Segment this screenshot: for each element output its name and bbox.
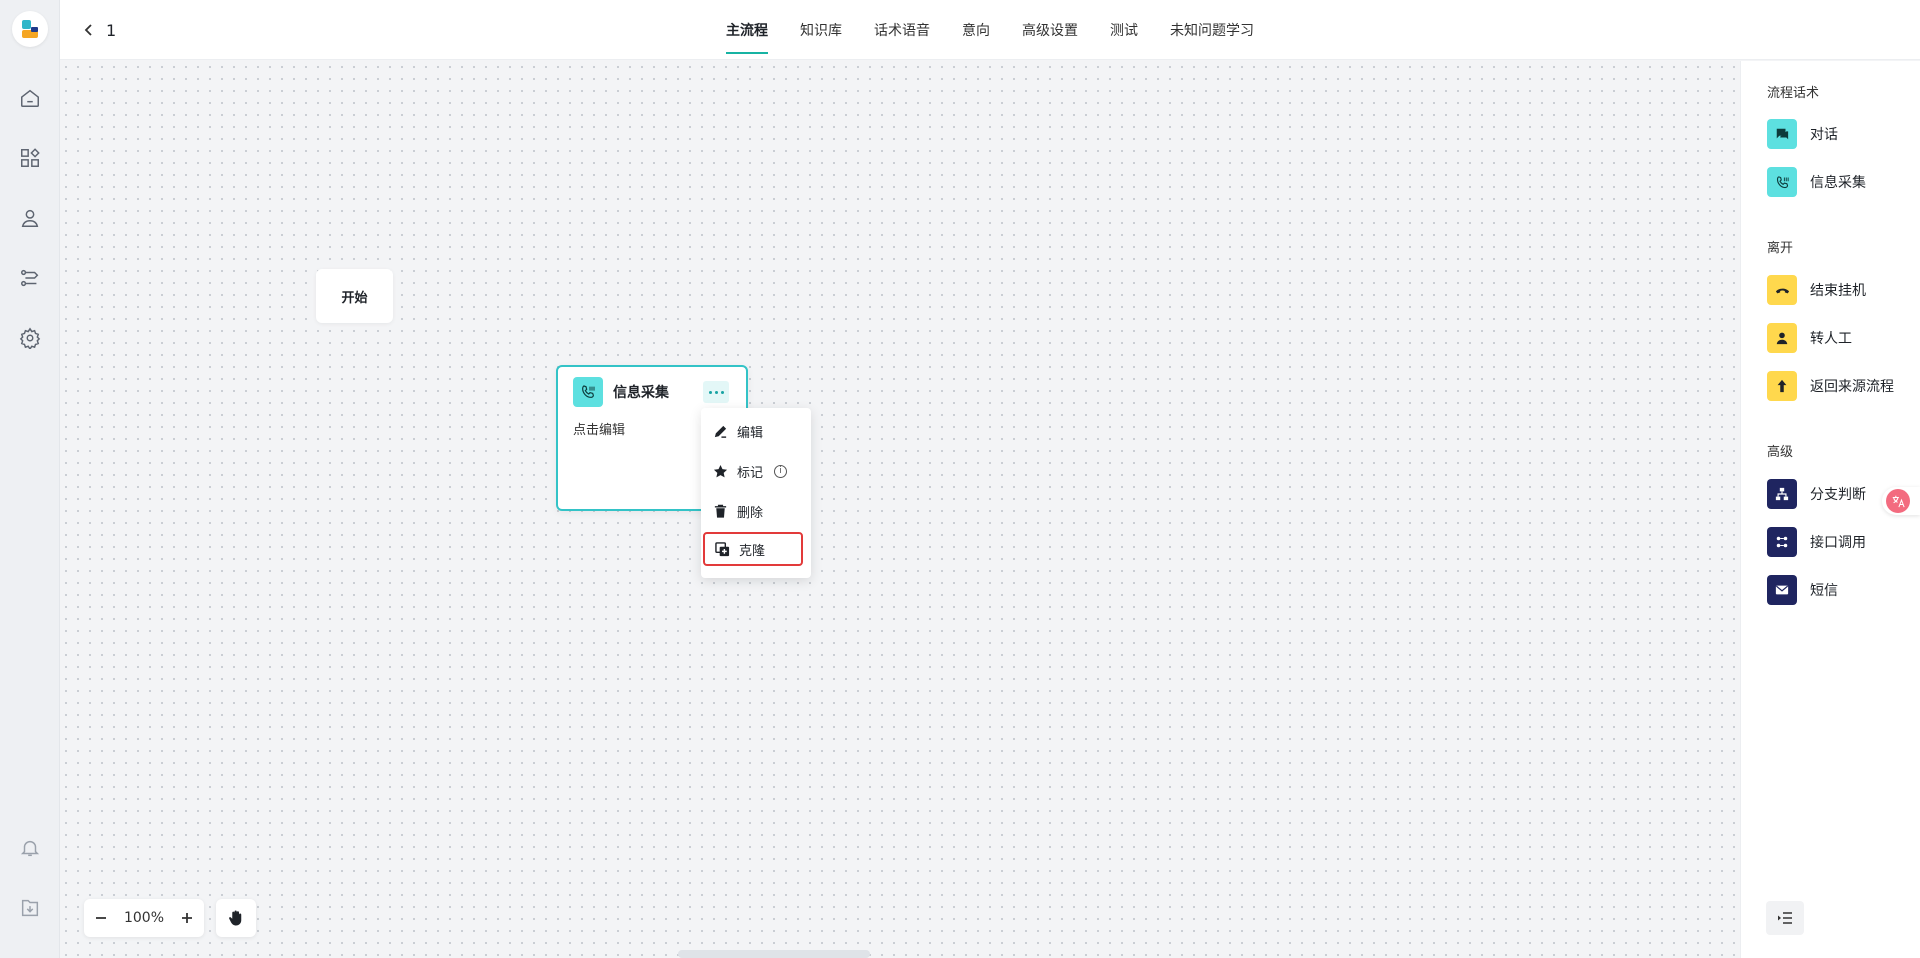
menu-item-delete[interactable]: 删除 (701, 494, 811, 528)
collapse-panel-button[interactable] (1766, 901, 1804, 935)
minus-icon (96, 917, 106, 919)
flow-title: 1 (106, 20, 117, 40)
start-node[interactable]: 开始 (316, 269, 393, 323)
chat-icon (1767, 119, 1797, 149)
flow-canvas[interactable]: 开始 信息采集 点击编辑 编辑 标记 i 删除 克隆 100% (60, 61, 1740, 958)
left-rail (0, 0, 60, 958)
person-icon (1767, 323, 1797, 353)
tab-unknown-question-learning[interactable]: 未知问题学习 (1170, 0, 1254, 60)
hand-icon (229, 910, 242, 926)
app-logo[interactable] (12, 11, 48, 47)
tab-intent[interactable]: 意向 (962, 0, 990, 60)
palette-item-label: 返回来源流程 (1810, 379, 1894, 395)
tab-bar: 主流程 知识库 话术语音 意向 高级设置 测试 未知问题学习 (726, 0, 1286, 60)
home-icon[interactable] (17, 85, 43, 111)
download-icon[interactable] (17, 895, 43, 921)
palette-item-label: 转人工 (1810, 331, 1852, 347)
section-title-leave: 离开 (1767, 241, 1794, 256)
tab-main-flow[interactable]: 主流程 (726, 0, 768, 60)
more-options-button[interactable] (703, 381, 729, 403)
palette-item-dialog[interactable]: 对话 (1767, 119, 1838, 149)
return-arrow-icon (1767, 371, 1797, 401)
bell-icon[interactable] (17, 835, 43, 861)
api-icon (1767, 527, 1797, 557)
zoom-level: 100% (123, 910, 165, 926)
tab-test[interactable]: 测试 (1110, 0, 1138, 60)
palette-item-return-source-flow[interactable]: 返回来源流程 (1767, 371, 1894, 401)
apps-icon[interactable] (17, 145, 43, 171)
palette-item-label: 分支判断 (1810, 487, 1866, 503)
menu-item-label: 编辑 (737, 425, 764, 441)
tab-script-voice[interactable]: 话术语音 (874, 0, 930, 60)
node-title: 信息采集 (613, 385, 669, 401)
zoom-out-button[interactable] (84, 899, 118, 937)
top-bar: 1 主流程 知识库 话术语音 意向 高级设置 测试 未知问题学习 (60, 0, 1920, 60)
horizontal-scrollbar[interactable] (678, 950, 870, 958)
palette-item-label: 接口调用 (1810, 535, 1866, 551)
hang-up-icon (1767, 275, 1797, 305)
palette-item-info-collection[interactable]: 信息采集 (1767, 167, 1866, 197)
more-dot-icon (720, 390, 724, 394)
tab-advanced-settings[interactable]: 高级设置 (1022, 0, 1078, 60)
section-title-flow-script: 流程话术 (1767, 86, 1820, 101)
user-group-icon[interactable] (17, 205, 43, 231)
plus-icon (182, 913, 192, 923)
branch-icon (1767, 479, 1797, 509)
phone-icon (573, 377, 603, 407)
palette-item-branch[interactable]: 分支判断 (1767, 479, 1866, 509)
menu-item-label: 删除 (737, 505, 764, 521)
menu-item-mark[interactable]: 标记 i (701, 454, 811, 488)
more-dot-icon (714, 390, 718, 394)
menu-item-edit[interactable]: 编辑 (701, 414, 811, 448)
node-description: 点击编辑 (573, 423, 626, 438)
menu-item-clone[interactable]: 克隆 (703, 532, 803, 566)
logo-icon (22, 20, 38, 38)
back-button[interactable]: 1 (82, 18, 116, 42)
palette-item-label: 信息采集 (1810, 175, 1866, 191)
palette-item-api-call[interactable]: 接口调用 (1767, 527, 1866, 557)
translate-icon (1886, 489, 1910, 513)
palette-item-sms[interactable]: 短信 (1767, 575, 1838, 605)
section-title-advanced: 高级 (1767, 445, 1794, 460)
star-icon (713, 464, 728, 477)
info-circle-icon[interactable]: i (774, 464, 788, 478)
zoom-control: 100% (84, 899, 204, 937)
edit-icon (714, 425, 727, 438)
floating-translate-button[interactable] (1882, 487, 1920, 515)
indent-icon (1778, 912, 1792, 924)
phone-icon (1767, 167, 1797, 197)
node-context-menu: 编辑 标记 i 删除 克隆 (701, 408, 811, 578)
menu-item-label: 克隆 (739, 543, 766, 559)
settings-icon[interactable] (17, 325, 43, 351)
mail-icon (1767, 575, 1797, 605)
trash-icon (714, 504, 727, 518)
more-dot-icon (708, 390, 712, 394)
menu-item-label: 标记 (737, 465, 764, 481)
flow-icon[interactable] (17, 265, 43, 291)
palette-item-transfer-agent[interactable]: 转人工 (1767, 323, 1852, 353)
palette-item-label: 短信 (1810, 583, 1838, 599)
palette-item-label: 对话 (1810, 127, 1838, 143)
tab-knowledge-base[interactable]: 知识库 (800, 0, 842, 60)
palette-item-label: 结束挂机 (1810, 283, 1866, 299)
node-header: 信息采集 (573, 377, 669, 407)
zoom-in-button[interactable] (170, 899, 204, 937)
palette-item-hang-up[interactable]: 结束挂机 (1767, 275, 1866, 305)
pan-tool-button[interactable] (216, 899, 256, 937)
chevron-left-icon (84, 24, 92, 36)
clone-icon (715, 541, 730, 556)
